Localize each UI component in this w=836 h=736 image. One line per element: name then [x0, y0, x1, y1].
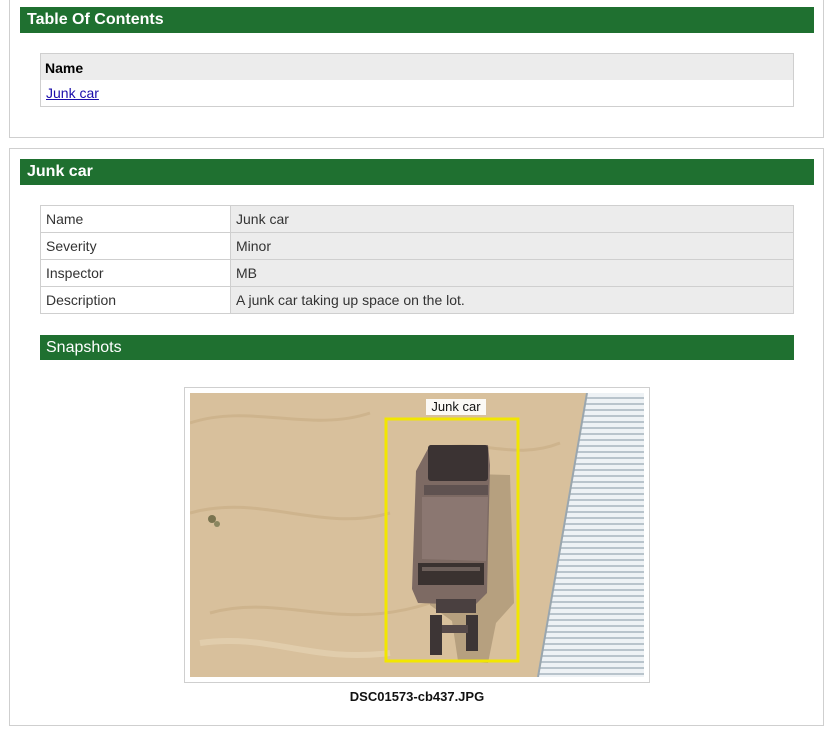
row-value-description: A junk car taking up space on the lot. [230, 286, 794, 314]
row-key-inspector: Inspector [40, 259, 231, 287]
snapshots-title: Snapshots [40, 335, 794, 360]
issue-title: Junk car [20, 159, 814, 185]
toc-link-junk-car[interactable]: Junk car [46, 85, 99, 101]
row-value-inspector: MB [230, 259, 794, 287]
table-row: Severity Minor [40, 232, 794, 260]
weed-patch [208, 515, 216, 523]
row-key-severity: Severity [40, 232, 231, 260]
toc-column-header: Name [41, 54, 793, 80]
table-row: Inspector MB [40, 259, 794, 287]
toc-panel: Table Of Contents Name Junk car [9, 0, 824, 138]
row-value-name: Junk car [230, 205, 794, 233]
table-row: Description A junk car taking up space o… [40, 286, 794, 314]
issue-panel: Junk car Name Junk car Severity Minor In… [9, 148, 824, 726]
snapshot-image[interactable]: Junk car [190, 393, 644, 677]
toc-table: Name Junk car [40, 53, 794, 107]
snapshot-filename: DSC01573-cb437.JPG [349, 689, 485, 704]
annotation-label: Junk car [431, 399, 481, 414]
row-key-name: Name [40, 205, 231, 233]
table-row: Name Junk car [40, 205, 794, 233]
snapshot-frame: Junk car [184, 387, 650, 683]
row-key-description: Description [40, 286, 231, 314]
row-value-severity: Minor [230, 232, 794, 260]
toc-title: Table Of Contents [20, 7, 814, 33]
issue-detail-table: Name Junk car Severity Minor Inspector M… [40, 205, 794, 314]
toc-row: Junk car [41, 80, 793, 106]
